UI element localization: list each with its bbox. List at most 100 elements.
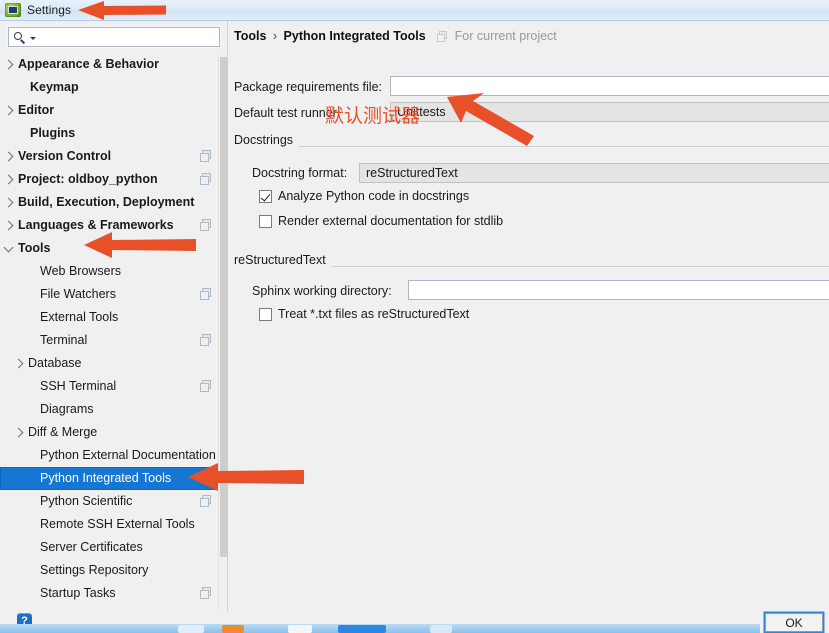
chevron-right-icon[interactable] xyxy=(2,214,14,237)
annotation-note-default-test-runner: 默认测试器 xyxy=(325,105,421,127)
sidebar-item-version-control[interactable]: Version Control xyxy=(0,145,218,168)
sidebar-item-appearance-behavior[interactable]: Appearance & Behavior xyxy=(0,53,218,76)
package-requirements-label: Package requirements file: xyxy=(234,80,382,94)
window-title: Settings xyxy=(27,3,72,17)
taskbar-item[interactable] xyxy=(222,625,244,633)
sidebar-item-label: Plugins xyxy=(30,126,76,140)
project-scope-icon xyxy=(200,380,212,392)
sidebar-item-label: Editor xyxy=(18,103,55,117)
sidebar-item-diff-merge[interactable]: Diff & Merge xyxy=(0,421,218,444)
chevron-right-icon[interactable] xyxy=(2,191,14,214)
treat-txt-as-rst-label: Treat *.txt files as reStructuredText xyxy=(278,307,470,321)
sidebar-item-label: Diagrams xyxy=(40,402,94,416)
project-scope-icon xyxy=(200,150,212,162)
sidebar-item-keymap[interactable]: Keymap xyxy=(0,76,218,99)
sidebar-item-label: Languages & Frameworks xyxy=(18,218,174,232)
sidebar-item-label: Project: oldboy_python xyxy=(18,172,158,186)
render-external-docs-label: Render external documentation for stdlib xyxy=(278,214,504,228)
breadcrumb-current: Python Integrated Tools xyxy=(283,29,426,43)
render-external-docs-checkbox-row[interactable]: Render external documentation for stdlib xyxy=(259,214,503,228)
chevron-right-icon[interactable] xyxy=(2,145,14,168)
docstring-format-label: Docstring format: xyxy=(252,166,348,180)
chevron-right-icon[interactable] xyxy=(12,352,24,375)
package-requirements-input[interactable] xyxy=(390,76,829,96)
sidebar-scrollbar-thumb[interactable] xyxy=(220,57,227,557)
breadcrumb-root[interactable]: Tools xyxy=(234,29,266,43)
sidebar-item-project-oldboy-python[interactable]: Project: oldboy_python xyxy=(0,168,218,191)
search-icon xyxy=(14,31,27,44)
sidebar-item-plugins[interactable]: Plugins xyxy=(0,122,218,145)
taskbar-item[interactable] xyxy=(430,625,452,633)
sidebar-item-label: Startup Tasks xyxy=(40,586,116,600)
sidebar-item-label: Web Browsers xyxy=(40,264,122,278)
project-scope-icon xyxy=(200,495,212,507)
sidebar-item-label: Remote SSH External Tools xyxy=(40,517,195,531)
taskbar-item[interactable] xyxy=(338,625,386,633)
sidebar-item-label: Python Integrated Tools xyxy=(40,471,172,485)
treat-txt-as-rst-checkbox-row[interactable]: Treat *.txt files as reStructuredText xyxy=(259,307,469,321)
sidebar-item-settings-repository[interactable]: Settings Repository xyxy=(0,559,218,582)
sidebar-item-server-certificates[interactable]: Server Certificates xyxy=(0,536,218,559)
analyze-python-code-label: Analyze Python code in docstrings xyxy=(278,189,470,203)
search-input[interactable] xyxy=(36,29,219,45)
sidebar-item-label: Appearance & Behavior xyxy=(18,57,160,71)
sidebar-item-ssh-terminal[interactable]: SSH Terminal xyxy=(0,375,218,398)
chevron-down-icon[interactable] xyxy=(2,237,14,260)
default-test-runner-combo[interactable]: Unittests xyxy=(390,102,829,122)
sphinx-working-directory-label: Sphinx working directory: xyxy=(252,284,392,298)
restructuredtext-section-title: reStructuredText xyxy=(234,253,332,267)
breadcrumb: Tools › Python Integrated Tools For curr… xyxy=(234,29,557,43)
sidebar-item-label: Settings Repository xyxy=(40,563,149,577)
sidebar-item-python-external-documentation[interactable]: Python External Documentation xyxy=(0,444,218,467)
sidebar-item-editor[interactable]: Editor xyxy=(0,99,218,122)
sidebar-item-label: Version Control xyxy=(18,149,112,163)
chevron-right-icon[interactable] xyxy=(2,99,14,122)
sidebar-item-label: Keymap xyxy=(30,80,79,94)
sidebar-item-tools[interactable]: Tools xyxy=(0,237,218,260)
render-external-docs-checkbox[interactable] xyxy=(259,214,272,228)
breadcrumb-note: For current project xyxy=(454,29,557,43)
sidebar-item-languages-frameworks[interactable]: Languages & Frameworks xyxy=(0,214,218,237)
treat-txt-as-rst-checkbox[interactable] xyxy=(259,307,272,321)
sidebar-item-startup-tasks[interactable]: Startup Tasks xyxy=(0,582,218,605)
settings-dialog: Settings Appearance & Behavior Keymap Edit… xyxy=(0,0,829,633)
chevron-right-icon[interactable] xyxy=(2,168,14,191)
sidebar-item-remote-ssh-external-tools[interactable]: Remote SSH External Tools xyxy=(0,513,218,536)
breadcrumb-separator: › xyxy=(272,29,278,43)
sidebar-item-label: Tools xyxy=(18,241,51,255)
docstrings-section-title: Docstrings xyxy=(234,133,300,147)
search-box[interactable] xyxy=(8,27,220,47)
sidebar-item-python-integrated-tools[interactable]: Python Integrated Tools xyxy=(0,467,218,490)
sidebar-item-web-browsers[interactable]: Web Browsers xyxy=(0,260,218,283)
sidebar-item-database[interactable]: Database xyxy=(0,352,218,375)
ok-button[interactable]: OK xyxy=(765,613,823,632)
sidebar-item-label: File Watchers xyxy=(40,287,116,301)
sidebar-item-label: Database xyxy=(28,356,82,370)
settings-sidebar: Appearance & Behavior Keymap Editor Plugins… xyxy=(0,21,228,619)
sidebar-item-build-execution-deployment[interactable]: Build, Execution, Deployment xyxy=(0,191,218,214)
windows-taskbar xyxy=(0,624,760,633)
sidebar-item-external-tools[interactable]: External Tools xyxy=(0,306,218,329)
docstring-format-combo[interactable]: reStructuredText xyxy=(359,163,829,183)
chevron-right-icon[interactable] xyxy=(12,421,24,444)
taskbar-item[interactable] xyxy=(288,625,312,633)
sidebar-item-label: SSH Terminal xyxy=(40,379,117,393)
analyze-python-code-checkbox-row[interactable]: Analyze Python code in docstrings xyxy=(259,189,469,203)
sidebar-item-python-scientific[interactable]: Python Scientific xyxy=(0,490,218,513)
sphinx-working-directory-input[interactable] xyxy=(408,280,829,300)
project-scope-icon xyxy=(200,173,212,185)
taskbar-item[interactable] xyxy=(178,625,204,633)
settings-tree[interactable]: Appearance & Behavior Keymap Editor Plugins… xyxy=(0,53,218,619)
sidebar-item-label: Python Scientific xyxy=(40,494,133,508)
sidebar-item-label: Server Certificates xyxy=(40,540,143,554)
chevron-right-icon[interactable] xyxy=(2,53,14,76)
project-scope-icon xyxy=(200,334,212,346)
analyze-python-code-checkbox[interactable] xyxy=(259,189,272,203)
project-scope-icon xyxy=(200,288,212,300)
sidebar-item-diagrams[interactable]: Diagrams xyxy=(0,398,218,421)
sidebar-item-terminal[interactable]: Terminal xyxy=(0,329,218,352)
sidebar-item-label: Terminal xyxy=(40,333,88,347)
sidebar-item-file-watchers[interactable]: File Watchers xyxy=(0,283,218,306)
sidebar-item-label: Diff & Merge xyxy=(28,425,98,439)
sidebar-item-label: Python External Documentation xyxy=(40,448,216,462)
